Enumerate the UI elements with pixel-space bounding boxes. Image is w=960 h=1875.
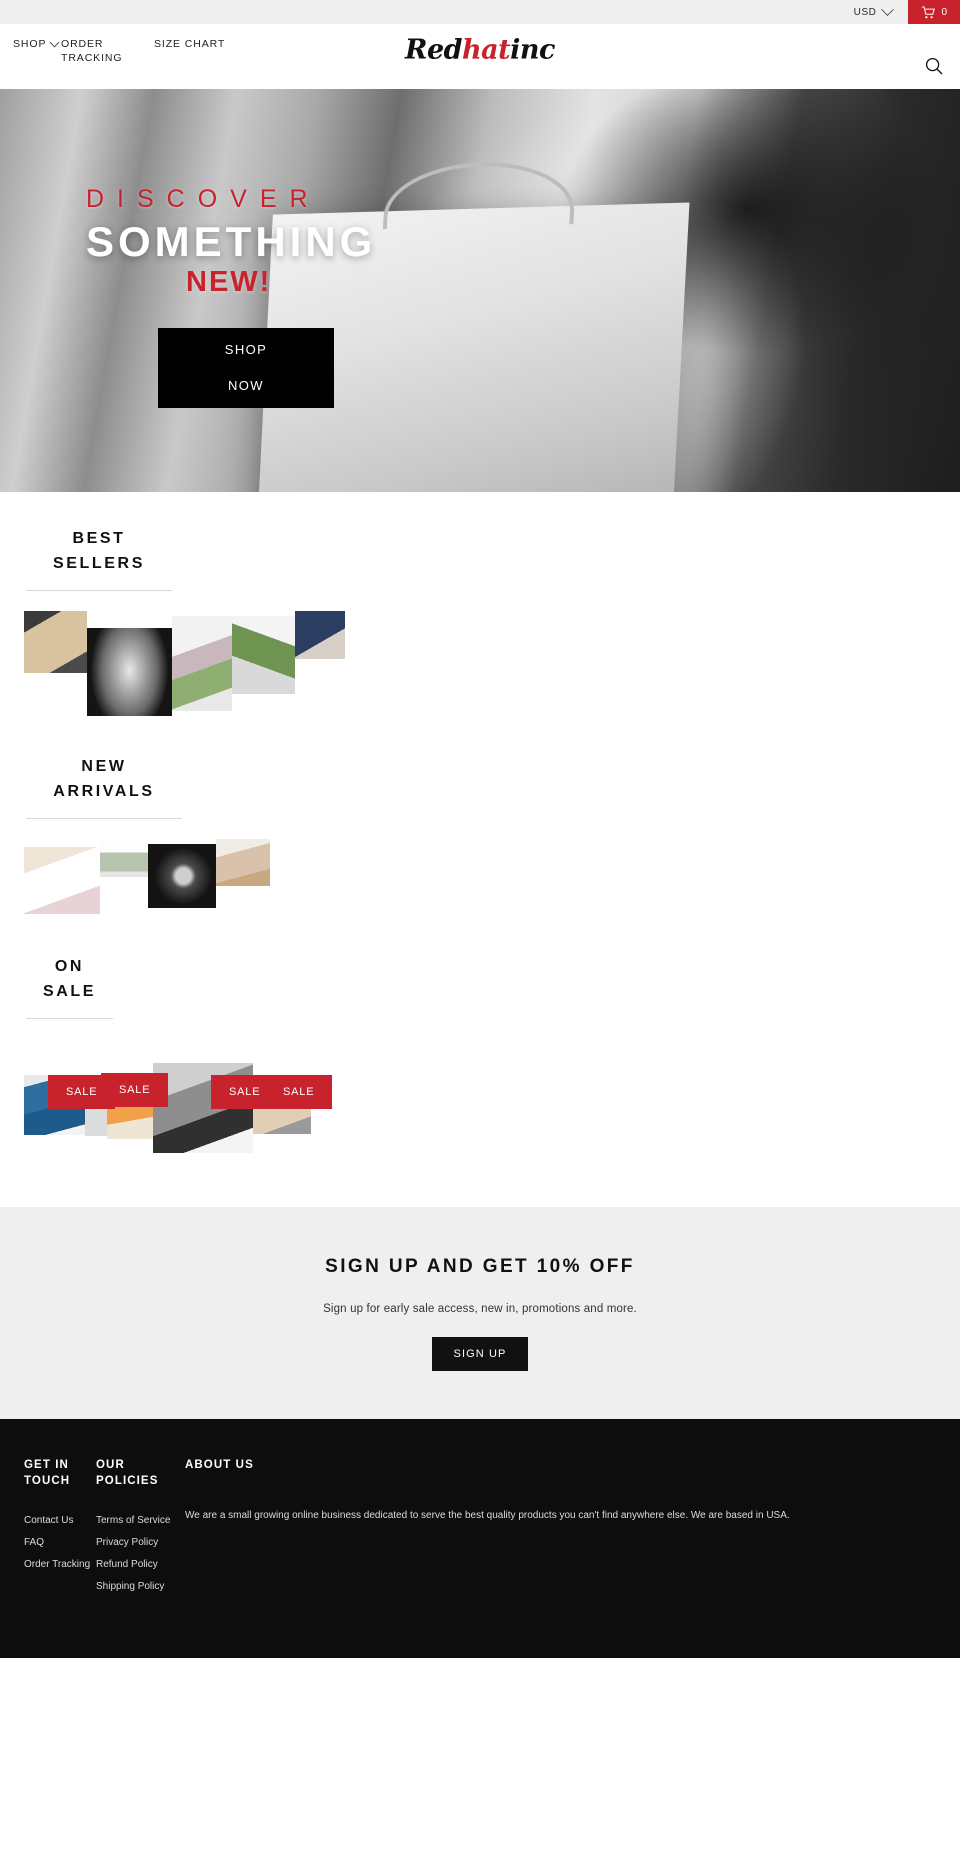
hero-headline-new: NEW!: [186, 266, 272, 299]
heading-divider: [26, 818, 182, 819]
nav-label-order-tracking: ORDER TRACKING: [61, 38, 123, 64]
currency-selector[interactable]: USD: [844, 0, 909, 24]
footer-column-get-in-touch: GET IN TOUCH Contact Us FAQ Order Tracki…: [24, 1457, 96, 1576]
cart-count: 0: [941, 6, 947, 18]
footer-link-privacy-policy[interactable]: Privacy Policy: [96, 1532, 185, 1554]
product-beige-pleated-trousers[interactable]: [24, 611, 87, 673]
shop-now-label-line2: NOW: [228, 377, 264, 393]
shop-now-button[interactable]: SHOP NOW: [158, 327, 334, 408]
collection-on-sale: ON SALE SALE SALE SALE SALE: [0, 954, 960, 1153]
collection-new-arrivals: NEW ARRIVALS: [0, 754, 960, 914]
footer-heading-our-policies: OUR POLICIES: [96, 1459, 159, 1487]
collection-heading: ON SALE: [26, 954, 113, 1019]
product-row: [0, 839, 960, 914]
collection-best-sellers: BEST SELLERS: [0, 526, 960, 716]
footer-link-order-tracking[interactable]: Order Tracking: [24, 1554, 96, 1576]
logo-part-hat: hat: [462, 34, 511, 66]
collection-title-line1: ON: [54, 958, 85, 975]
collection-title-line2: SALE: [42, 983, 97, 1000]
footer-heading-about-us: ABOUT US: [185, 1459, 254, 1471]
shopping-cart-icon: [922, 6, 936, 18]
product-electric-heating-pad[interactable]: SALE: [101, 1073, 169, 1139]
collection-title-line2: ARRIVALS: [53, 783, 155, 800]
product-green-fabric-item[interactable]: [100, 839, 148, 877]
currency-label: USD: [853, 6, 877, 18]
footer-link-contact-us[interactable]: Contact Us: [24, 1510, 96, 1532]
collection-title-line1: BEST: [72, 530, 126, 547]
logo-part-inc: inc: [510, 34, 555, 66]
product-handheld-massager[interactable]: [85, 1067, 107, 1136]
footer-link-refund-policy[interactable]: Refund Policy: [96, 1554, 185, 1576]
footer-column-about-us: ABOUT US We are a small growing online b…: [185, 1457, 805, 1524]
shop-now-label-line1: SHOP: [224, 341, 268, 357]
heading-divider: [26, 590, 172, 591]
collection-title-line2: SELLERS: [53, 555, 145, 572]
hero-headline-something: SOMETHING: [86, 218, 377, 265]
product-digital-laser-level[interactable]: [153, 1063, 253, 1153]
status-badge-sale-secondary: SALE: [265, 1075, 333, 1109]
collection-heading: NEW ARRIVALS: [26, 754, 182, 819]
product-hanging-plant-pot[interactable]: [232, 616, 295, 694]
footer-heading-get-in-touch: GET IN TOUCH: [24, 1459, 71, 1487]
hero-headline-discover: DISCOVER: [86, 185, 321, 213]
nav-label-size-chart: SIZE CHART: [154, 38, 226, 50]
sign-up-button[interactable]: SIGN UP: [431, 1337, 529, 1371]
hero-banner: DISCOVER SOMETHING NEW! SHOP NOW: [0, 89, 960, 492]
footer-about-text: We are a small growing online business d…: [185, 1510, 790, 1521]
footer-link-shipping-policy[interactable]: Shipping Policy: [96, 1576, 185, 1598]
product-blue-bedding-set[interactable]: SALE: [24, 1075, 116, 1135]
nav-item-shop[interactable]: SHOP: [13, 37, 61, 51]
chevron-down-icon: [49, 37, 60, 48]
newsletter-subtitle: Sign up for early sale access, new in, p…: [323, 1303, 637, 1315]
utility-bar: USD 0: [0, 0, 960, 24]
site-logo[interactable]: Redhatinc: [405, 35, 555, 66]
heading-divider: [26, 1018, 113, 1019]
product-beige-leather-boots[interactable]: SALE SALE: [211, 1075, 333, 1134]
search-button[interactable]: [925, 57, 943, 80]
product-decorative-table-lamp[interactable]: [87, 628, 172, 716]
collection-heading: BEST SELLERS: [26, 526, 172, 591]
site-header: SHOP ORDER TRACKING SIZE CHART Redhatinc: [0, 24, 960, 89]
footer-link-faq[interactable]: FAQ: [24, 1532, 96, 1554]
product-wooden-book-stand[interactable]: [216, 839, 270, 886]
product-hanging-flower-planter[interactable]: [172, 616, 232, 711]
newsletter-signup-section: SIGN UP AND GET 10% OFF Sign up for earl…: [0, 1207, 960, 1419]
nav-item-order-tracking[interactable]: ORDER TRACKING: [61, 37, 154, 65]
chevron-down-icon: [881, 2, 895, 16]
product-row: [0, 611, 960, 716]
search-icon: [925, 57, 943, 75]
product-navy-travel-pillow[interactable]: [295, 611, 345, 659]
product-vintage-pocket-watch[interactable]: [148, 844, 216, 908]
site-footer: GET IN TOUCH Contact Us FAQ Order Tracki…: [0, 1419, 960, 1658]
footer-link-terms-of-service[interactable]: Terms of Service: [96, 1510, 185, 1532]
product-row: SALE SALE SALE SALE: [0, 1045, 960, 1153]
logo-part-red: Red: [405, 34, 463, 66]
footer-column-our-policies: OUR POLICIES Terms of Service Privacy Po…: [96, 1457, 185, 1598]
collection-title-line1: NEW: [81, 758, 127, 775]
cart-button[interactable]: 0: [908, 0, 960, 24]
nav-item-size-chart[interactable]: SIZE CHART: [154, 37, 234, 51]
nav-label-shop: SHOP: [13, 38, 47, 50]
collections-area: BEST SELLERS NEW ARRIVALS ON SALE SALE S…: [0, 492, 960, 1207]
product-white-floral-sneakers[interactable]: [24, 847, 100, 914]
primary-navigation: SHOP ORDER TRACKING SIZE CHART: [0, 37, 234, 65]
newsletter-title: SIGN UP AND GET 10% OFF: [325, 1256, 635, 1277]
